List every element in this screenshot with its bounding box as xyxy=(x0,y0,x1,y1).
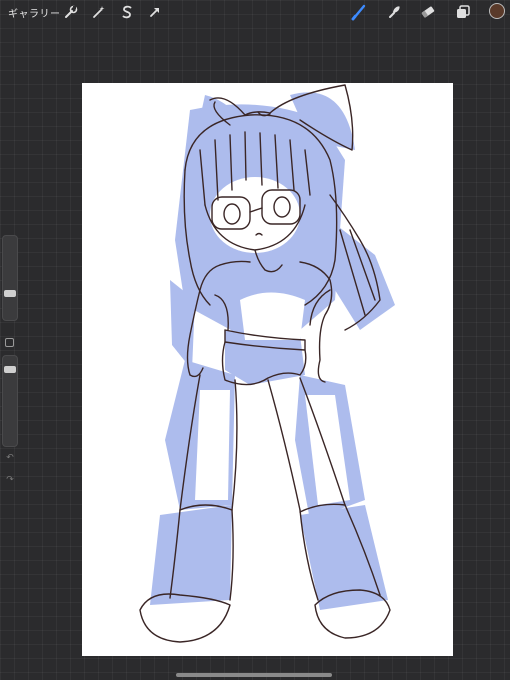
drawing-canvas[interactable] xyxy=(82,83,453,656)
color-picker-button[interactable] xyxy=(489,3,505,19)
undo-icon[interactable]: ↶ xyxy=(4,453,16,463)
top-toolbar: ギャラリー xyxy=(0,0,510,24)
left-sidebar: ↶ ↷ xyxy=(0,235,20,490)
home-indicator xyxy=(176,673,332,677)
redo-icon[interactable]: ↷ xyxy=(4,475,16,485)
brush-icon[interactable] xyxy=(350,3,368,21)
character-sketch xyxy=(139,84,395,643)
magic-wand-icon[interactable] xyxy=(90,3,108,21)
brush-size-slider[interactable] xyxy=(2,235,18,321)
modify-button[interactable] xyxy=(5,338,14,347)
arrow-cursor-icon[interactable] xyxy=(146,3,164,21)
color-fill-layer xyxy=(150,92,395,610)
gallery-button[interactable]: ギャラリー xyxy=(8,5,61,20)
opacity-slider[interactable] xyxy=(2,355,18,447)
selection-s-icon[interactable] xyxy=(118,3,136,21)
layers-icon[interactable] xyxy=(454,3,472,21)
opacity-thumb[interactable] xyxy=(4,366,16,373)
eraser-icon[interactable] xyxy=(419,3,437,21)
brush-size-thumb[interactable] xyxy=(4,290,16,297)
smudge-icon[interactable] xyxy=(385,3,403,21)
wrench-icon[interactable] xyxy=(62,3,80,21)
